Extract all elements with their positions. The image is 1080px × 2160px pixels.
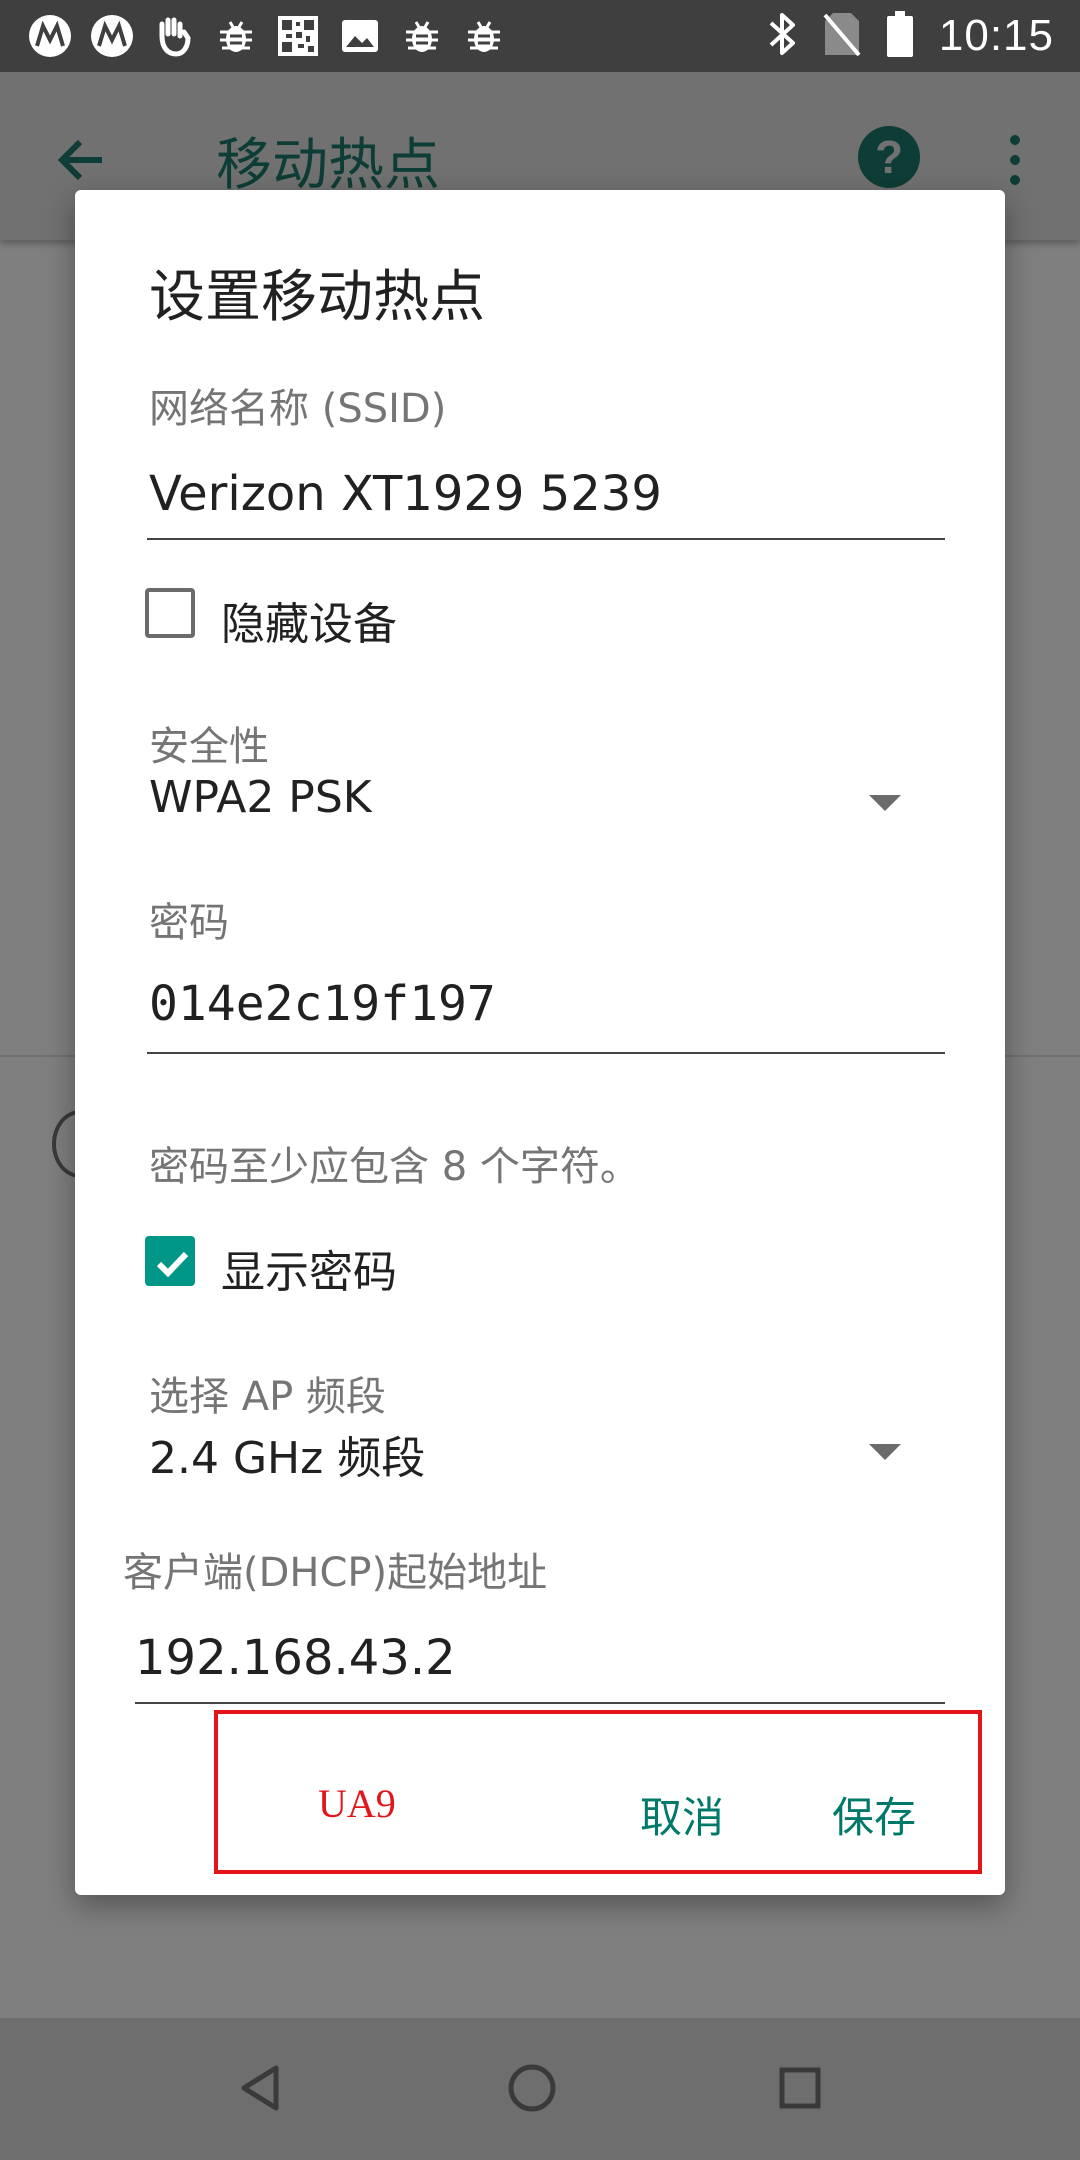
battery-icon [886,11,913,61]
hide-device-checkbox[interactable] [145,588,195,638]
annotation-label: UA9 [318,1781,396,1826]
notification-icons [26,10,508,62]
dialog-title: 设置移动热点 [149,265,485,330]
bug-icon [212,12,260,60]
check-icon [156,1251,189,1278]
ap-band-select[interactable]: 2.4 GHz 频段 [149,1422,425,1486]
no-sim-icon [823,11,861,61]
help-icon[interactable]: ? [858,126,920,188]
dhcp-field[interactable]: 192.168.43.2 [135,1630,456,1686]
security-label: 安全性 [149,724,269,770]
dhcp-underline [135,1702,945,1704]
nav-home-icon[interactable] [502,2058,562,2118]
security-select[interactable]: WPA2 PSK [149,772,372,823]
system-icons: 10:15 [767,0,1054,72]
show-password-label: 显示密码 [221,1247,397,1298]
status-bar: 10:15 [0,0,1080,72]
image-icon [336,12,384,60]
ssid-label: 网络名称 (SSID) [149,386,447,432]
hand-icon [150,12,198,60]
show-password-checkbox[interactable] [145,1236,195,1286]
qr-code-icon [274,12,322,60]
dhcp-label: 客户端(DHCP)起始地址 [123,1550,548,1596]
navigation-bar [0,2018,1080,2160]
page-title: 移动热点 [216,133,440,198]
chevron-down-icon[interactable] [869,1444,901,1460]
more-vert-icon[interactable] [1000,130,1030,190]
ap-band-label: 选择 AP 频段 [149,1374,386,1420]
password-label: 密码 [149,900,229,946]
bug-icon [398,12,446,60]
motorola-icon [26,12,74,60]
nav-recents-icon[interactable] [770,2058,830,2118]
chevron-down-icon[interactable] [869,795,901,811]
ssid-field[interactable]: Verizon XT1929 5239 [149,466,662,522]
hotspot-setup-dialog: 设置移动热点 网络名称 (SSID) Verizon XT1929 5239 隐… [75,190,1005,1895]
clock: 10:15 [938,11,1054,60]
password-hint: 密码至少应包含 8 个字符。 [149,1144,640,1190]
password-underline [147,1052,945,1054]
password-field[interactable]: 014e2c19f197 [149,976,496,1032]
ssid-underline [147,538,945,540]
motorola-icon [88,12,136,60]
bug-icon [460,12,508,60]
arrow-back-icon[interactable] [52,130,112,190]
hide-device-label: 隐藏设备 [221,599,397,650]
bluetooth-icon [767,11,797,61]
nav-back-icon[interactable] [232,2058,292,2118]
